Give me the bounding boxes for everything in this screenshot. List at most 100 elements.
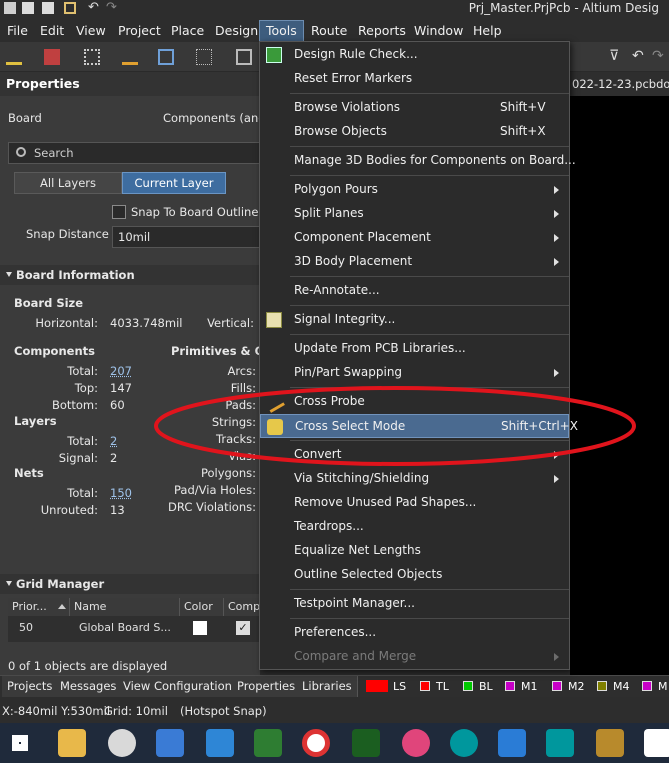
menu-item-testpoint-manager[interactable]: Testpoint Manager... [260, 592, 569, 616]
grid-comp-checkbox[interactable]: ✓ [236, 621, 250, 635]
search-placeholder: Search [34, 146, 74, 160]
layer-tab-m[interactable]: M [642, 679, 668, 695]
tab-libraries[interactable]: Libraries [297, 676, 358, 698]
grid-row-name[interactable]: Global Board S... [79, 616, 171, 640]
media-player-icon[interactable] [402, 729, 430, 757]
menu-file[interactable]: File [1, 20, 34, 42]
current-layer-button[interactable]: Current Layer [122, 172, 226, 194]
view-icon[interactable] [236, 49, 252, 65]
layer-tab-ls[interactable]: LS [366, 679, 406, 695]
interactive-route-icon[interactable] [6, 49, 22, 65]
save-icon[interactable] [22, 2, 34, 14]
grid-row-priority[interactable]: 50 [19, 616, 33, 640]
menu-item-pin-part-swapping[interactable]: Pin/Part Swapping [260, 361, 569, 385]
menu-item-equalize-net-lengths[interactable]: Equalize Net Lengths [260, 539, 569, 563]
layer-tab-m2[interactable]: M2 [552, 679, 585, 695]
menu-item-design-rule-check[interactable]: Design Rule Check... [260, 43, 569, 67]
menu-separator [290, 334, 569, 335]
menu-item-via-stitching[interactable]: Via Stitching/Shielding [260, 467, 569, 491]
align-icon[interactable] [122, 49, 138, 65]
layers-total-label: Total: [67, 434, 98, 448]
filter-components[interactable]: Components (and [163, 111, 266, 125]
tab-properties[interactable]: Properties [232, 676, 302, 698]
tab-messages[interactable]: Messages [55, 676, 123, 698]
open-folder-icon[interactable] [64, 2, 76, 14]
all-layers-button[interactable]: All Layers [14, 172, 122, 194]
place-component-icon[interactable] [44, 49, 60, 65]
menu-item-outline-selected-objects[interactable]: Outline Selected Objects [260, 563, 569, 587]
paint-app-icon[interactable] [108, 729, 136, 757]
menu-window[interactable]: Window [408, 20, 469, 42]
save-all-icon[interactable] [42, 2, 54, 14]
windows-start-icon[interactable] [12, 735, 28, 751]
col-color[interactable]: Color [180, 598, 224, 616]
arduino-icon[interactable] [450, 729, 478, 757]
layers-total-value[interactable]: 2 [110, 434, 117, 448]
nets-total-value[interactable]: 150 [110, 486, 132, 500]
menu-place[interactable]: Place [165, 20, 210, 42]
layer-tab-bl[interactable]: BL [463, 679, 493, 695]
file-explorer-icon[interactable] [58, 729, 86, 757]
tab-projects[interactable]: Projects [2, 676, 59, 698]
menu-item-teardrops[interactable]: Teardrops... [260, 515, 569, 539]
layer-tab-tl[interactable]: TL [420, 679, 449, 695]
snap-distance-field[interactable]: 10mil [112, 226, 260, 248]
arduino-ide-icon[interactable] [546, 729, 574, 757]
menu-item-convert[interactable]: Convert [260, 443, 569, 467]
menu-design[interactable]: Design [209, 20, 264, 42]
redo-toolbar-icon[interactable]: ↷ [652, 49, 668, 65]
menu-item-split-planes[interactable]: Split Planes [260, 202, 569, 226]
altium-icon[interactable] [596, 729, 624, 757]
menu-reports[interactable]: Reports [352, 20, 412, 42]
board-information-header[interactable]: Board Information [0, 265, 260, 285]
properties-title: Properties [6, 76, 80, 91]
grid-manager-header[interactable]: Grid Manager [0, 574, 260, 594]
menu-tools[interactable]: Tools [259, 20, 304, 42]
tab-view-configuration[interactable]: View Configuration [118, 676, 238, 698]
vscode-icon[interactable] [498, 729, 526, 757]
menu-item-polygon-pours[interactable]: Polygon Pours [260, 178, 569, 202]
document-tab[interactable]: 022-12-23.pcbdoc [570, 72, 669, 96]
store-icon[interactable] [156, 729, 184, 757]
menu-item-3d-body-placement[interactable]: 3D Body Placement [260, 250, 569, 274]
dice-app-icon[interactable] [644, 729, 669, 757]
pcb-canvas[interactable] [570, 72, 669, 675]
col-comp[interactable]: Comp [224, 598, 260, 616]
spreadsheet-app-icon[interactable] [254, 729, 282, 757]
menu-item-preferences[interactable]: Preferences... [260, 621, 569, 645]
monitor-app-icon[interactable] [352, 729, 380, 757]
snap-to-board-outline-checkbox[interactable] [112, 205, 126, 219]
menu-item-browse-objects[interactable]: Browse Objects Shift+X [260, 120, 569, 144]
menu-project[interactable]: Project [112, 20, 167, 42]
grid-icon[interactable] [196, 49, 212, 65]
menu-view[interactable]: View [70, 20, 112, 42]
menu-item-remove-unused-pad-shapes[interactable]: Remove Unused Pad Shapes... [260, 491, 569, 515]
redo-icon[interactable]: ↷ [106, 1, 118, 14]
menu-edit[interactable]: Edit [34, 20, 70, 42]
undo-toolbar-icon[interactable]: ↶ [632, 49, 648, 65]
menu-item-component-placement[interactable]: Component Placement [260, 226, 569, 250]
filter-board[interactable]: Board [8, 111, 42, 125]
mail-icon[interactable] [206, 729, 234, 757]
grid-color-swatch[interactable] [193, 621, 207, 635]
menu-route[interactable]: Route [305, 20, 353, 42]
clear-filter-icon[interactable]: ⊽ [609, 49, 625, 65]
menu-item-cross-probe[interactable]: Cross Probe [260, 390, 569, 414]
menu-item-re-annotate[interactable]: Re-Annotate... [260, 279, 569, 303]
components-total-value[interactable]: 207 [110, 364, 132, 378]
chrome-icon[interactable] [302, 729, 330, 757]
col-name[interactable]: Name [70, 598, 180, 616]
layer-stack-icon[interactable] [158, 49, 174, 65]
menu-item-browse-violations[interactable]: Browse Violations Shift+V [260, 96, 569, 120]
layer-tab-m4[interactable]: M4 [597, 679, 630, 695]
menu-item-update-from-pcb-libraries[interactable]: Update From PCB Libraries... [260, 337, 569, 361]
undo-icon[interactable]: ↶ [88, 1, 100, 14]
select-icon[interactable] [84, 49, 100, 65]
menu-item-cross-select-mode[interactable]: Cross Select Mode Shift+Ctrl+X [260, 414, 578, 438]
menu-help[interactable]: Help [467, 20, 508, 42]
menu-item-manage-3d-bodies[interactable]: Manage 3D Bodies for Components on Board… [260, 149, 576, 173]
menu-item-reset-error-markers[interactable]: Reset Error Markers [260, 67, 569, 91]
menu-item-signal-integrity[interactable]: Signal Integrity... [260, 308, 569, 332]
layer-tab-m1[interactable]: M1 [505, 679, 538, 695]
search-input[interactable]: Search [8, 142, 260, 164]
